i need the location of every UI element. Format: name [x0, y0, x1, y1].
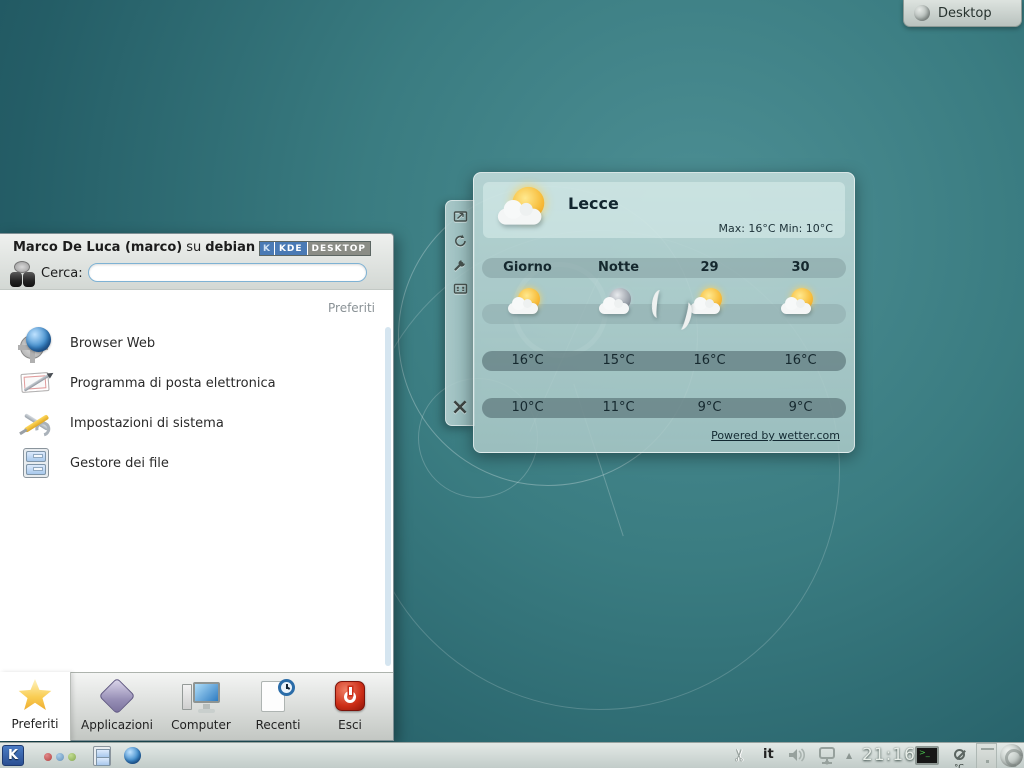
sun-cloud-icon — [506, 286, 550, 322]
moon-cloud-icon — [597, 286, 641, 322]
day-temp: 16°C — [482, 351, 573, 371]
kde-desktop-badge: K KDE DESKTOP — [259, 241, 371, 256]
weather-tray-icon[interactable]: °C — [950, 745, 968, 768]
tab-computer[interactable]: Computer — [161, 673, 241, 741]
no-data-icon — [954, 749, 965, 760]
web-browser-icon — [20, 327, 52, 359]
day-temp: 15°C — [573, 351, 664, 371]
night-temp: 10°C — [482, 398, 573, 418]
rotate-icon[interactable] — [451, 231, 469, 249]
computer-icon — [182, 679, 220, 715]
terminal-tray-icon[interactable]: >_ — [915, 746, 939, 765]
kickoff-menu: Marco De Luca (marco) su debian K KDE DESK… — [0, 233, 394, 741]
panel-cashew-icon[interactable] — [1000, 744, 1023, 767]
user-name: Marco De Luca (marco) — [13, 240, 182, 255]
weather-header: Lecce Max: 16°C Min: 10°C — [483, 182, 845, 238]
weather-col: Giorno — [482, 258, 573, 278]
pager-dot-red[interactable] — [44, 753, 52, 761]
host-name: debian — [205, 240, 255, 255]
kmenu-button[interactable]: K — [2, 745, 24, 766]
weather-col: 29 — [664, 258, 755, 278]
pager-dot-blue[interactable] — [56, 753, 64, 761]
kickoff-tabbar: Preferiti Applicazioni Computer Recenti … — [0, 672, 393, 740]
weather-column-headers: Giorno Notte 29 30 — [482, 258, 846, 278]
pager-dot-green[interactable] — [68, 753, 76, 761]
volume-icon[interactable] — [787, 746, 809, 768]
menu-item-email[interactable]: Programma di posta elettronica — [0, 363, 383, 403]
night-temp: 9°C — [664, 398, 755, 418]
clipboard-icon[interactable]: ✂ — [730, 748, 750, 762]
weather-condition-row — [482, 304, 846, 324]
weather-attribution-link[interactable]: Powered by wetter.com — [711, 429, 840, 442]
digital-clock[interactable]: 21:16 — [862, 745, 916, 765]
user-host-title: Marco De Luca (marco) su debian — [13, 240, 255, 255]
email-icon — [20, 367, 52, 399]
search-input[interactable] — [88, 263, 367, 282]
weather-night-temps: 10°C 11°C 9°C 9°C — [482, 398, 846, 418]
network-icon[interactable] — [816, 746, 838, 768]
search-label: Cerca: — [41, 266, 83, 281]
toolbox-label: Desktop — [938, 6, 992, 21]
night-temp: 11°C — [573, 398, 664, 418]
section-caption: Preferiti — [328, 301, 375, 315]
file-manager-launcher-icon[interactable] — [93, 746, 111, 766]
weather-col: 30 — [755, 258, 846, 278]
weather-city: Lecce — [568, 194, 619, 213]
night-temp: 9°C — [755, 398, 846, 418]
file-manager-icon — [20, 447, 52, 479]
weather-max-min: Max: 16°C Min: 10°C — [718, 222, 833, 235]
menu-item-file-manager[interactable]: Gestore dei file — [0, 443, 383, 483]
badge-kde-text: KDE — [275, 242, 307, 255]
star-icon — [16, 678, 54, 714]
kickoff-header: Marco De Luca (marco) su debian K KDE DESK… — [0, 234, 393, 290]
day-temp: 16°C — [664, 351, 755, 371]
weather-day-temps: 16°C 15°C 16°C 16°C — [482, 351, 846, 371]
menu-item-browser-web[interactable]: Browser Web — [0, 323, 383, 363]
desktop: Desktop × Lecce Max: 16°C Min: 10°C Gior… — [0, 0, 1024, 768]
sun-cloud-icon — [779, 286, 823, 322]
settings-grid-icon[interactable] — [451, 279, 469, 297]
tray-expand-icon[interactable]: ▲ — [846, 751, 852, 760]
weather-widget: Lecce Max: 16°C Min: 10°C Giorno Notte 2… — [473, 172, 855, 453]
tab-recenti[interactable]: Recenti — [244, 673, 312, 741]
recent-icon — [259, 679, 297, 715]
day-temp: 16°C — [755, 351, 846, 371]
taskbar-panel: K ✂ it ▲ 21:16 >_ °C — [0, 742, 1024, 768]
weather-current-icon — [495, 184, 559, 236]
applications-icon — [98, 679, 136, 715]
tab-esci[interactable]: Esci — [316, 673, 384, 741]
configure-icon[interactable] — [451, 255, 469, 273]
moon-crescent-icon — [651, 289, 667, 318]
menu-item-system-settings[interactable]: Impostazioni di sistema — [0, 403, 383, 443]
search-binoculars-icon — [9, 261, 36, 287]
weather-col: Notte — [573, 258, 664, 278]
close-icon[interactable]: × — [451, 399, 469, 417]
badge-desktop-text: DESKTOP — [307, 242, 370, 255]
toolbox-icon — [914, 5, 930, 21]
kickoff-content: Preferiti Browser Web Programma di posta… — [0, 291, 393, 672]
keyboard-layout-indicator[interactable]: it — [763, 747, 774, 762]
browser-launcher-icon[interactable] — [124, 747, 141, 764]
widget-handle[interactable]: × — [445, 200, 475, 426]
resize-icon[interactable] — [451, 207, 469, 225]
sun-cloud-icon — [688, 286, 732, 322]
collapsed-widget[interactable] — [976, 743, 997, 768]
leave-icon — [331, 679, 369, 715]
connector-text: su — [186, 240, 201, 255]
tab-applicazioni[interactable]: Applicazioni — [76, 673, 158, 741]
scrollbar[interactable] — [385, 327, 391, 666]
desktop-toolbox[interactable]: Desktop — [903, 0, 1022, 27]
tab-preferiti[interactable]: Preferiti — [0, 672, 71, 741]
system-settings-icon — [20, 407, 52, 439]
kde-logo-icon: K — [260, 242, 275, 255]
